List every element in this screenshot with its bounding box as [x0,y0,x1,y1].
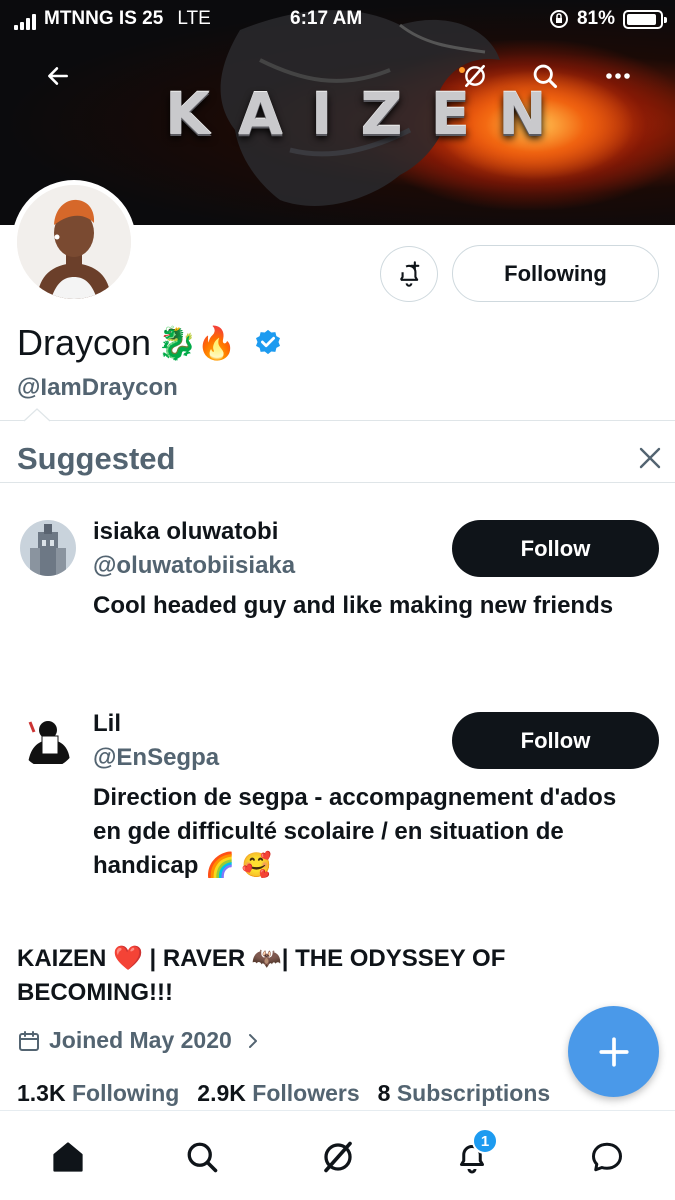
verified-badge-icon[interactable] [253,328,283,358]
suggested-handle: @EnSegpa [93,744,220,771]
back-button[interactable] [34,52,82,100]
follow-button[interactable]: Follow [452,520,659,577]
joined-date[interactable]: Joined May 2020 [17,1027,262,1054]
carrier-name: MTNNG IS 25 [44,8,164,29]
grok-button[interactable] [451,52,499,100]
more-button[interactable] [594,52,642,100]
tab-messages[interactable] [585,1135,629,1179]
following-stat[interactable]: 1.3K Following [17,1080,179,1107]
arrow-left-icon [48,67,68,85]
clock: 6:17 AM [290,8,363,29]
suggested-avatar[interactable] [20,712,76,768]
following-button[interactable]: Following [452,245,659,302]
tab-home[interactable] [46,1135,90,1179]
suggested-divider [0,482,675,483]
battery-percent: 81% [576,8,615,29]
search-icon [533,64,558,89]
suggested-divider-top [0,420,675,421]
joined-text: Joined May 2020 [49,1027,232,1053]
suggested-name[interactable]: Lil [93,710,121,738]
suggested-avatar-image [20,520,76,576]
notify-button[interactable] [380,246,438,302]
calendar-icon [19,1030,39,1051]
chevron-right-icon [248,1033,257,1048]
suggested-bio: Direction de segpa - accompagnement d'ad… [93,784,617,879]
notification-badge: 1 [472,1128,498,1154]
search-button[interactable] [521,52,569,100]
tab-notifications[interactable]: 1 [450,1128,498,1179]
bottom-tab-bar: 1 [0,1110,675,1200]
display-name-row: Draycon 🐉🔥 [17,322,283,364]
caret-icon [24,408,50,422]
bell-plus-icon [399,261,420,287]
avatar-image [17,185,131,299]
compose-button[interactable] [568,1006,659,1097]
dismiss-suggested-button[interactable] [634,442,666,474]
followers-stat[interactable]: 2.9K Followers [197,1080,359,1107]
home-icon [53,1142,83,1172]
following-count: 1.3K [17,1080,66,1106]
suggested-bio: Cool headed guy and like making new frie… [93,592,614,619]
name-emojis: 🐉🔥 [157,325,237,361]
tab-search[interactable] [180,1135,224,1179]
subscriptions-label: Subscriptions [396,1080,551,1106]
grok-icon [324,1141,352,1173]
suggested-title: Suggested [17,441,176,476]
grok-icon [465,64,485,88]
more-icon [606,73,630,79]
battery-icon [623,9,667,29]
status-bar: MTNNG IS 25 LTE 6:17 AM 81% [0,0,675,38]
profile-stats: 1.3K Following 2.9K Followers 8 Subscrip… [17,1080,550,1107]
search-icon [187,1142,218,1173]
close-icon [639,447,661,469]
suggested-avatar[interactable] [20,520,76,576]
tab-grok[interactable] [316,1135,360,1179]
suggested-name[interactable]: isiaka oluwatobi [93,518,278,546]
subscriptions-stat[interactable]: 8 Subscriptions [378,1080,551,1107]
suggested-handle: @oluwatobiisiaka [93,552,296,579]
plus-icon [598,1036,629,1067]
avatar-illustration [17,185,131,299]
avatar[interactable] [12,180,136,304]
network-type: LTE [177,8,211,29]
follow-button[interactable]: Follow [452,712,659,769]
signal-icon [14,14,36,30]
suggested-avatar-image [20,712,76,768]
following-label: Following [71,1080,180,1106]
subscriptions-count: 8 [377,1080,391,1106]
status-right: 81% [549,8,667,30]
handle: @IamDraycon [17,374,178,401]
followers-label: Followers [252,1080,360,1106]
banner-title: KAIZEN [165,80,575,148]
display-name: Draycon [17,322,152,363]
message-icon [592,1142,622,1172]
orientation-lock-icon [549,10,568,28]
followers-count: 2.9K [197,1080,246,1106]
carrier-info: MTNNG IS 25 LTE [14,8,211,30]
profile-bio: KAIZEN ❤️ | RAVER 🦇| THE ODYSSEY OF BECO… [17,945,506,1006]
